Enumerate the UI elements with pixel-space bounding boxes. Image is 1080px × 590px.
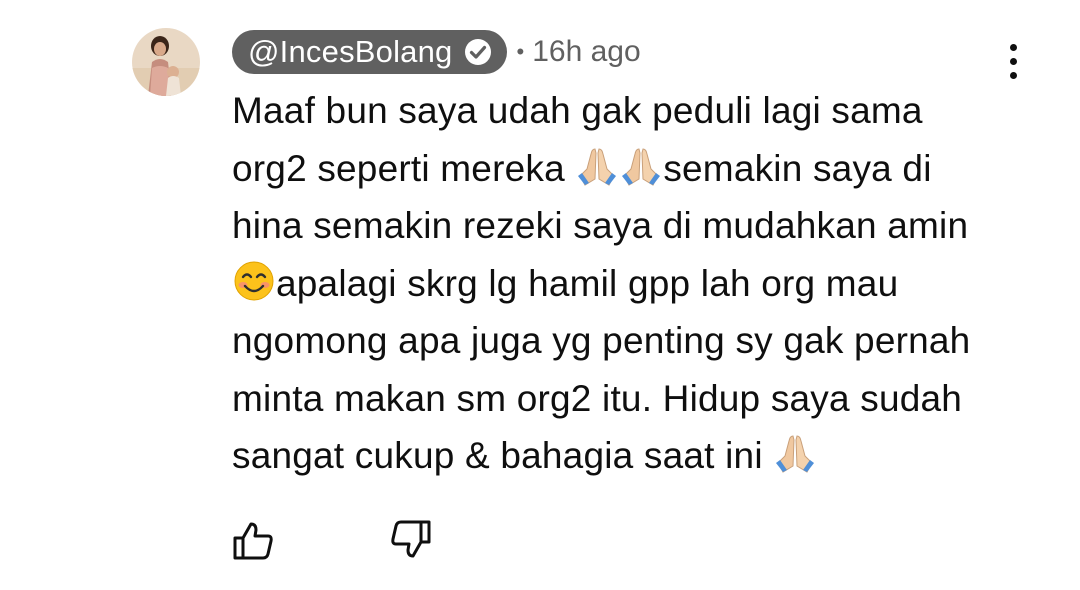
meta-separator: • <box>516 39 525 64</box>
smiling-face-emoji <box>232 260 276 302</box>
comment-actions <box>230 516 434 564</box>
comment-text-segment: org2 seperti mereka <box>232 147 576 189</box>
comment-timestamp: 16h ago <box>532 35 641 68</box>
comment-text-segment: Maaf bun saya udah gak peduli lagi sama <box>232 90 923 131</box>
comment-text-segment: ngomong apa juga yg penting sy gak perna… <box>232 320 971 361</box>
comment-text-segment: sangat cukup & bahagia saat ini <box>232 435 774 476</box>
comment-thread: @IncesBolang • 16h ago Maaf bun saya uda… <box>0 0 1080 590</box>
comment-header: @IncesBolang • 16h ago <box>232 30 641 74</box>
folded-hands-emoji <box>773 432 817 474</box>
channel-handle: @IncesBolang <box>248 34 453 69</box>
comment-text-segment: semakin saya di <box>663 147 932 189</box>
dislike-button[interactable] <box>386 516 434 564</box>
avatar[interactable] <box>132 28 200 96</box>
channel-name-chip[interactable]: @IncesBolang <box>232 30 507 74</box>
comment-text-line: Maaf bun saya udah gak peduli lagi sama <box>232 82 1032 140</box>
thumbs-down-icon <box>391 520 431 558</box>
comment-text-line: ngomong apa juga yg penting sy gak perna… <box>232 312 1032 370</box>
like-button[interactable] <box>230 516 278 564</box>
folded-hands-emoji <box>619 145 663 187</box>
verified-check-icon <box>463 37 493 67</box>
comment-text: Maaf bun saya udah gak peduli lagi sama o… <box>232 82 1032 485</box>
comment-text-segment: minta makan sm org2 itu. Hidup saya suda… <box>232 377 963 419</box>
thumbs-up-icon <box>233 522 273 560</box>
folded-hands-emoji <box>575 145 619 187</box>
comment-text-line: org2 seperti mereka semakin saya di <box>232 140 1032 198</box>
comment-text-segment: apalagi skrg lg hamil gpp lah org mau <box>276 262 899 304</box>
comment-text-line: hina semakin rezeki saya di mudahkan ami… <box>232 197 1032 255</box>
comment-text-line: minta makan sm org2 itu. Hidup saya suda… <box>232 370 1032 428</box>
more-vertical-icon[interactable] <box>1000 42 1028 82</box>
comment-text-line: sangat cukup & bahagia saat ini <box>232 427 1032 485</box>
comment-text-line: apalagi skrg lg hamil gpp lah org mau <box>232 255 1032 313</box>
comment-text-segment: hina semakin rezeki saya di mudahkan ami… <box>232 205 969 246</box>
